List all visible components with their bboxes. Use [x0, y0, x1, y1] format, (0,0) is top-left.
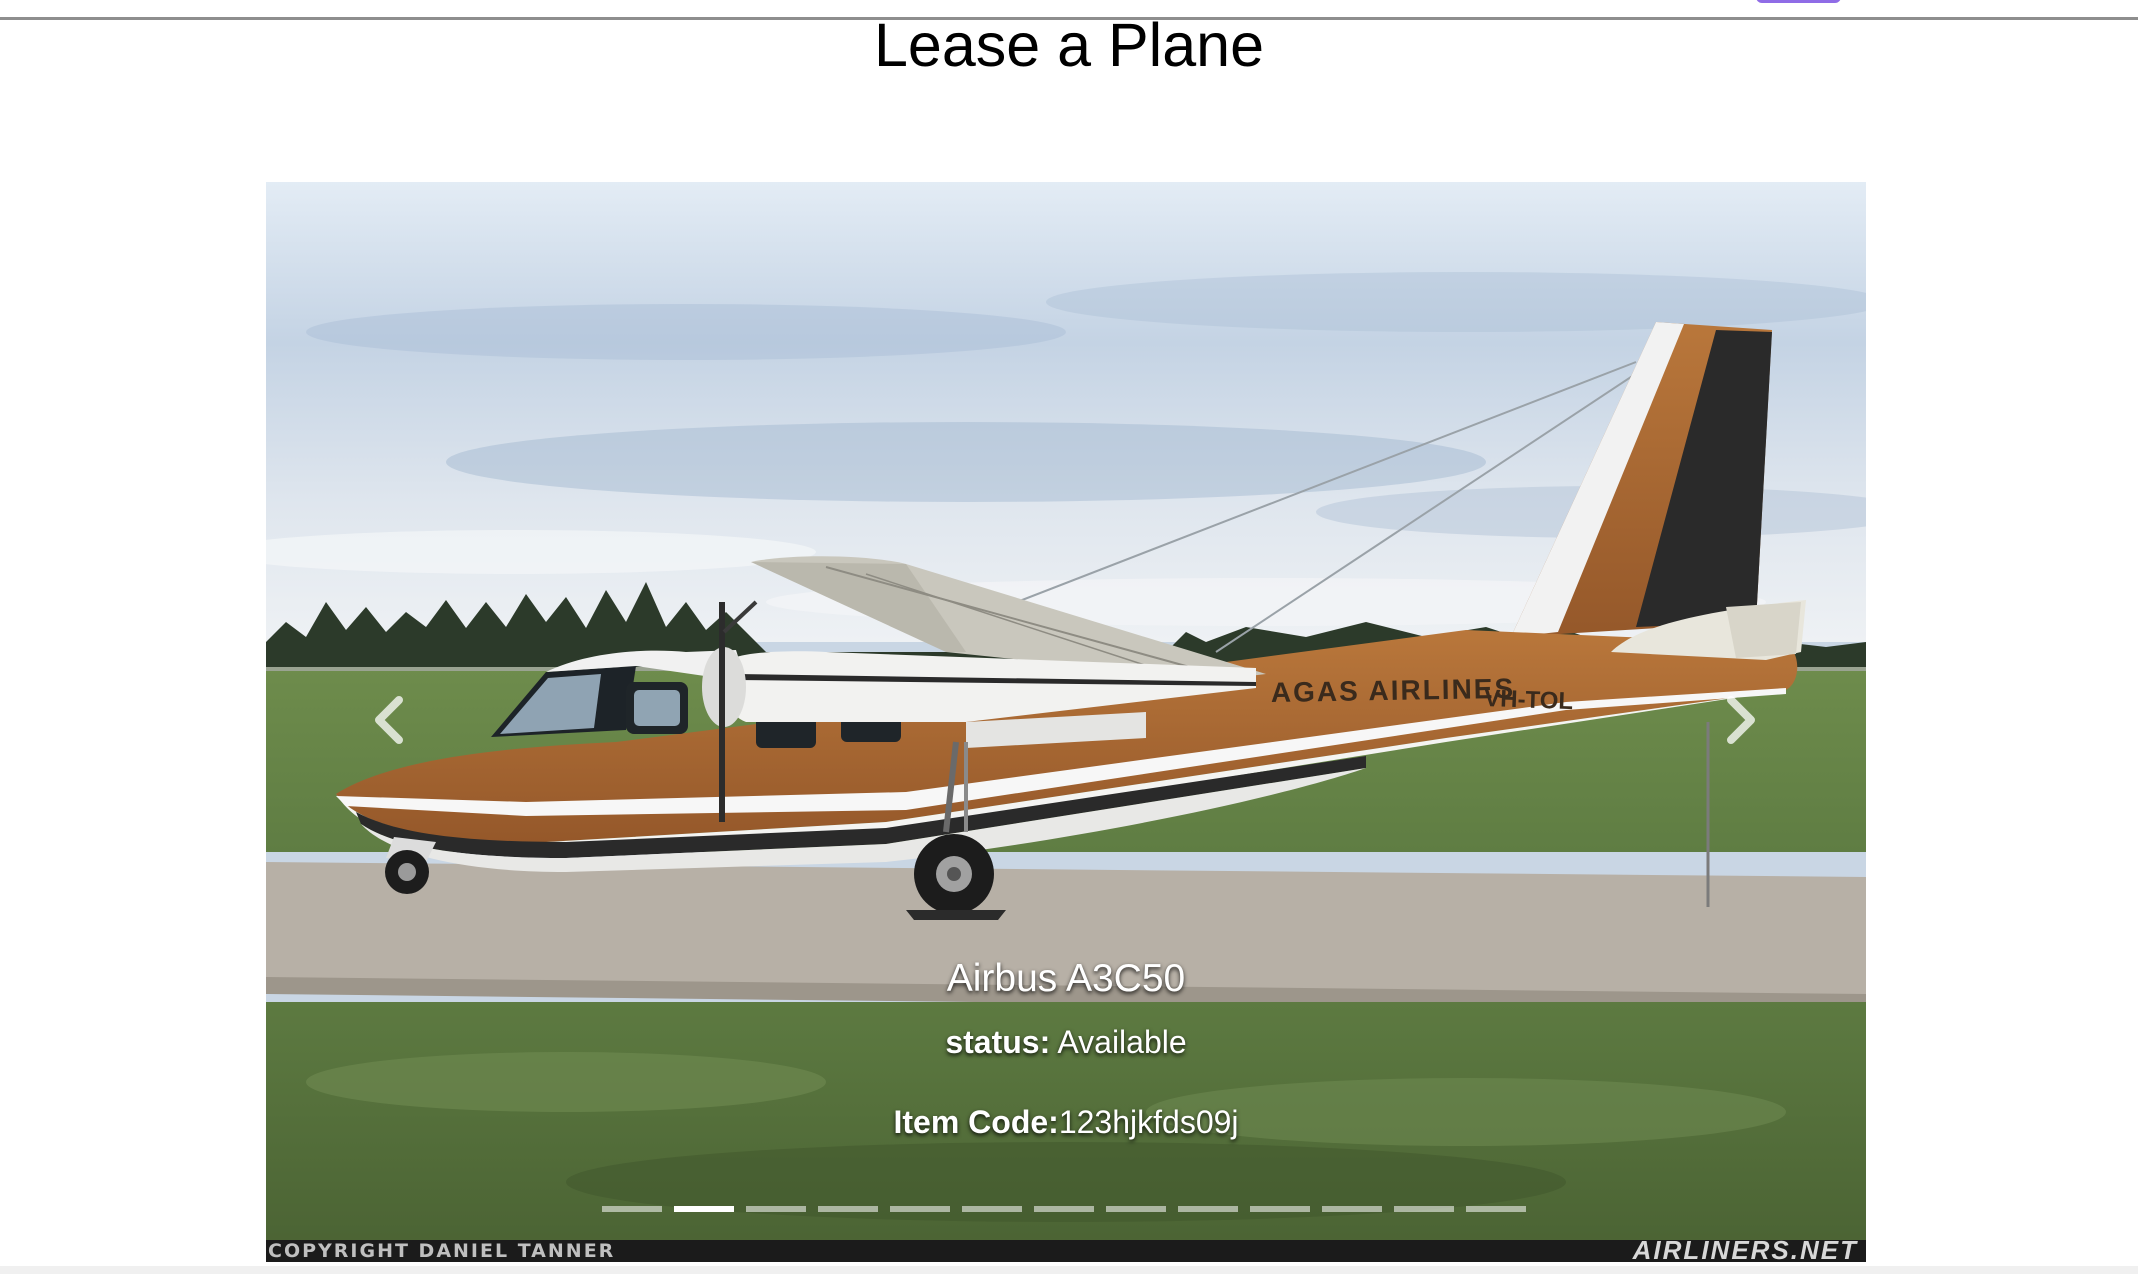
carousel-indicator[interactable] — [818, 1206, 878, 1212]
carousel-indicator[interactable] — [746, 1206, 806, 1212]
carousel-indicator[interactable] — [1250, 1206, 1310, 1212]
carousel-indicator[interactable] — [1322, 1206, 1382, 1212]
plane-status: status: Available — [266, 1024, 1866, 1061]
status-value: Available — [1057, 1024, 1187, 1060]
item-code-label: Item Code: — [893, 1104, 1059, 1140]
carousel-indicator[interactable] — [1466, 1206, 1526, 1212]
photo-source-watermark: AIRLINERS.NET — [1632, 1235, 1858, 1262]
carousel-prev-button[interactable] — [358, 682, 418, 762]
top-accent-button[interactable] — [1756, 0, 1841, 3]
plane-name: Airbus A3C50 — [946, 957, 1186, 1000]
plane-item-code: Item Code:123hjkfds09j — [266, 1104, 1866, 1141]
carousel-indicator[interactable] — [1034, 1206, 1094, 1212]
carousel-indicator[interactable] — [674, 1206, 734, 1212]
plane-photo: AGAS AIRLINES VH-TOL — [266, 182, 1866, 1262]
carousel-indicator[interactable] — [1178, 1206, 1238, 1212]
bottom-edge — [0, 1266, 2138, 1274]
item-code-value: 123hjkfds09j — [1058, 1104, 1239, 1140]
registration-text: VH-TOL — [1484, 685, 1574, 715]
carousel-indicator[interactable] — [1106, 1206, 1166, 1212]
chevron-left-icon — [371, 695, 405, 749]
carousel-next-button[interactable] — [1712, 682, 1772, 762]
livery-text: AGAS AIRLINES — [1271, 673, 1516, 708]
page-title: Lease a Plane — [873, 11, 1265, 79]
status-label: status: — [945, 1024, 1051, 1060]
photo-credit: COPYRIGHT DANIEL TANNER — [268, 1240, 616, 1262]
chevron-right-icon — [1725, 695, 1759, 749]
carousel-indicator[interactable] — [1394, 1206, 1454, 1212]
carousel-indicator[interactable] — [890, 1206, 950, 1212]
carousel-indicators — [602, 1206, 1526, 1214]
carousel-indicator[interactable] — [602, 1206, 662, 1212]
plane-carousel: AGAS AIRLINES VH-TOL Airbus A3C50 status… — [266, 182, 1866, 1262]
carousel-indicator[interactable] — [962, 1206, 1022, 1212]
